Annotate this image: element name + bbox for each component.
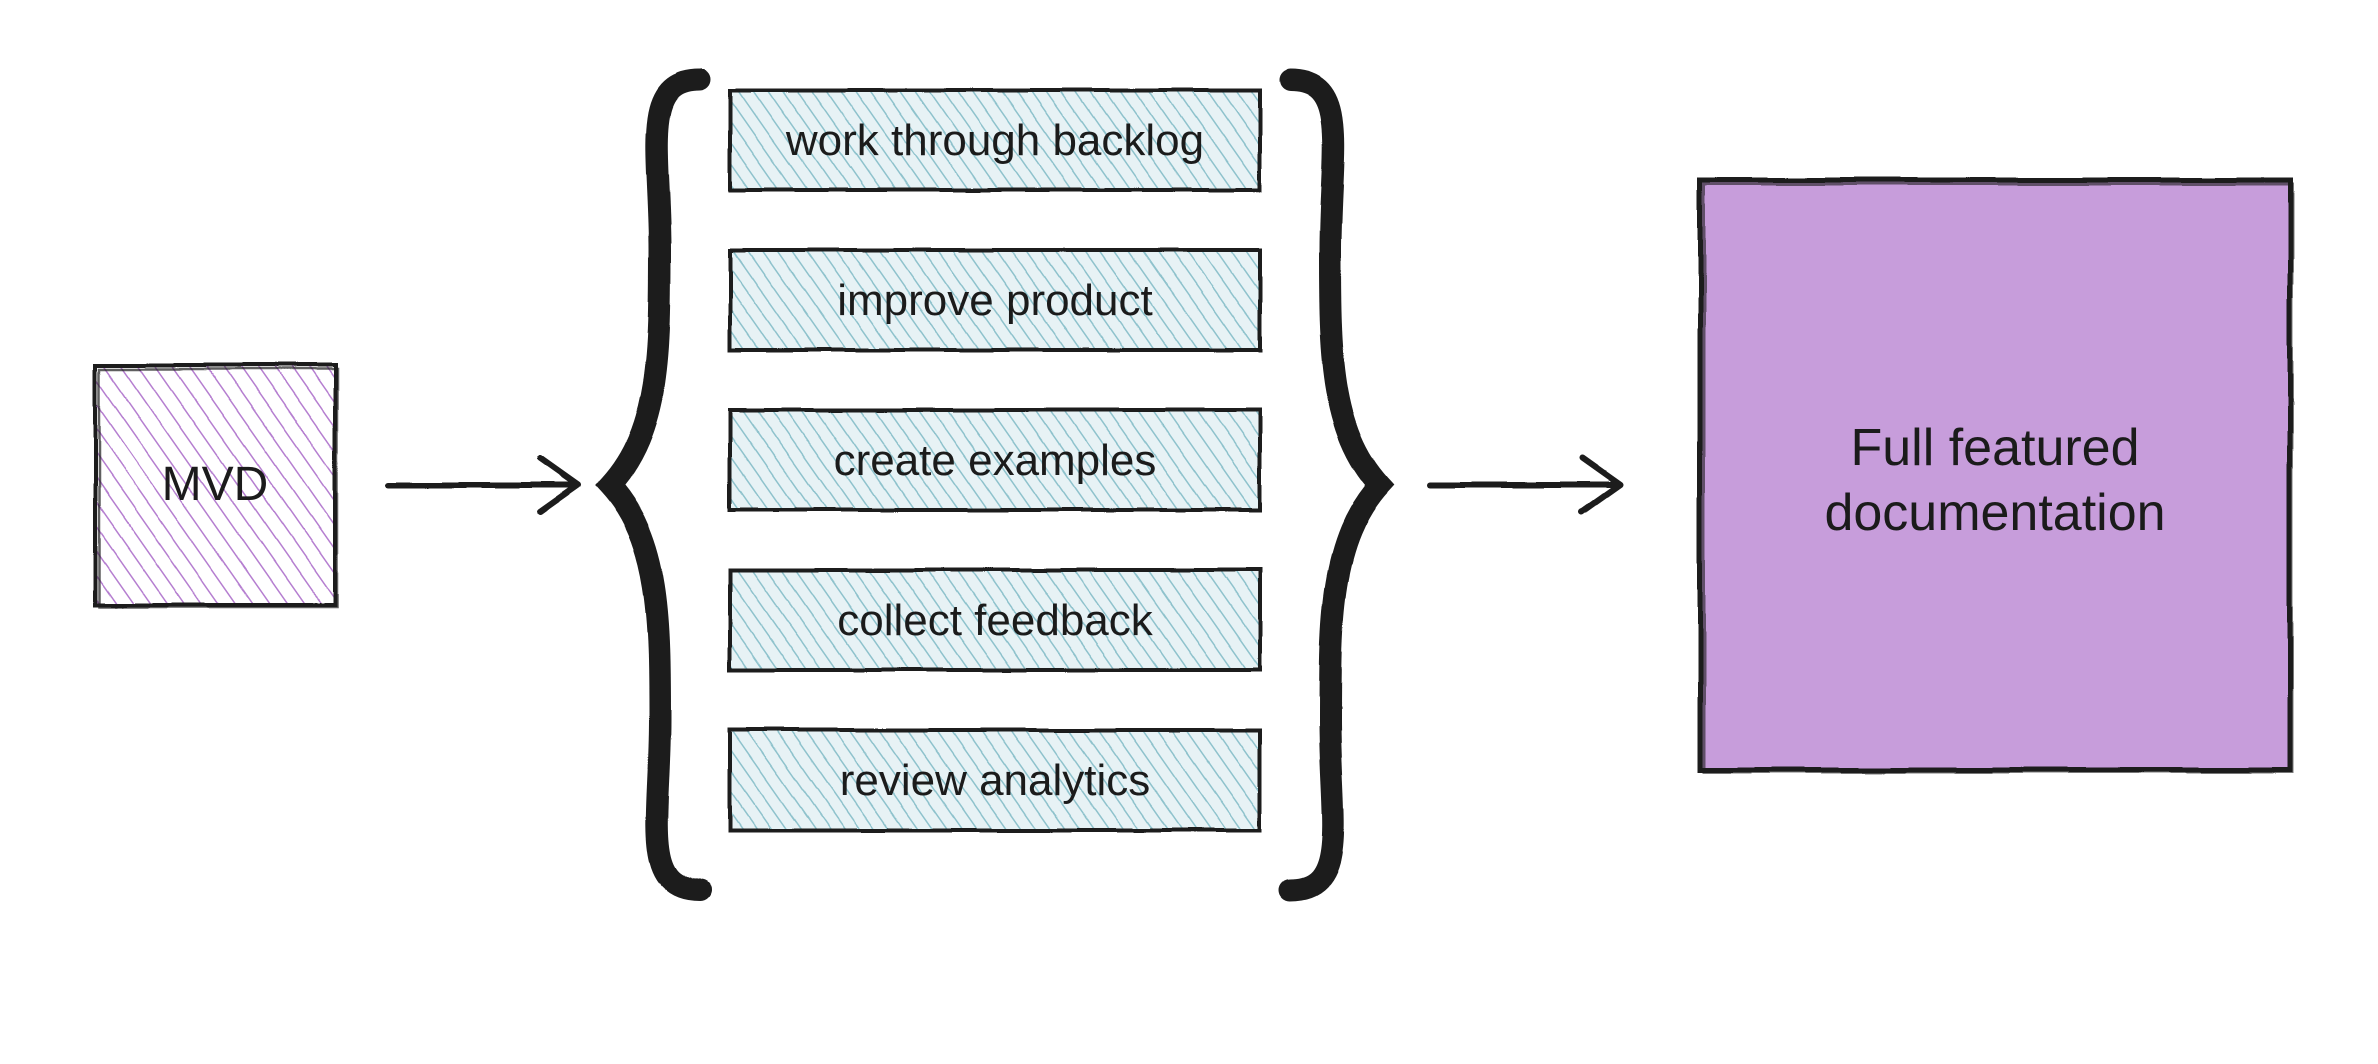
activity-label: create examples — [834, 436, 1157, 485]
brace-right — [1290, 80, 1380, 890]
activity-label: collect feedback — [837, 596, 1154, 645]
activity-label: review analytics — [840, 756, 1151, 805]
result-label-line2: documentation — [1824, 484, 2165, 542]
brace-left — [610, 80, 700, 890]
result-label-line1: Full featured — [1850, 419, 2139, 477]
activity-label: improve product — [837, 276, 1152, 325]
mvd-label: MVD — [162, 458, 269, 511]
arrow-mvd-to-activities — [388, 458, 578, 512]
activity-label: work through backlog — [785, 116, 1204, 165]
arrow-activities-to-result — [1430, 458, 1620, 512]
